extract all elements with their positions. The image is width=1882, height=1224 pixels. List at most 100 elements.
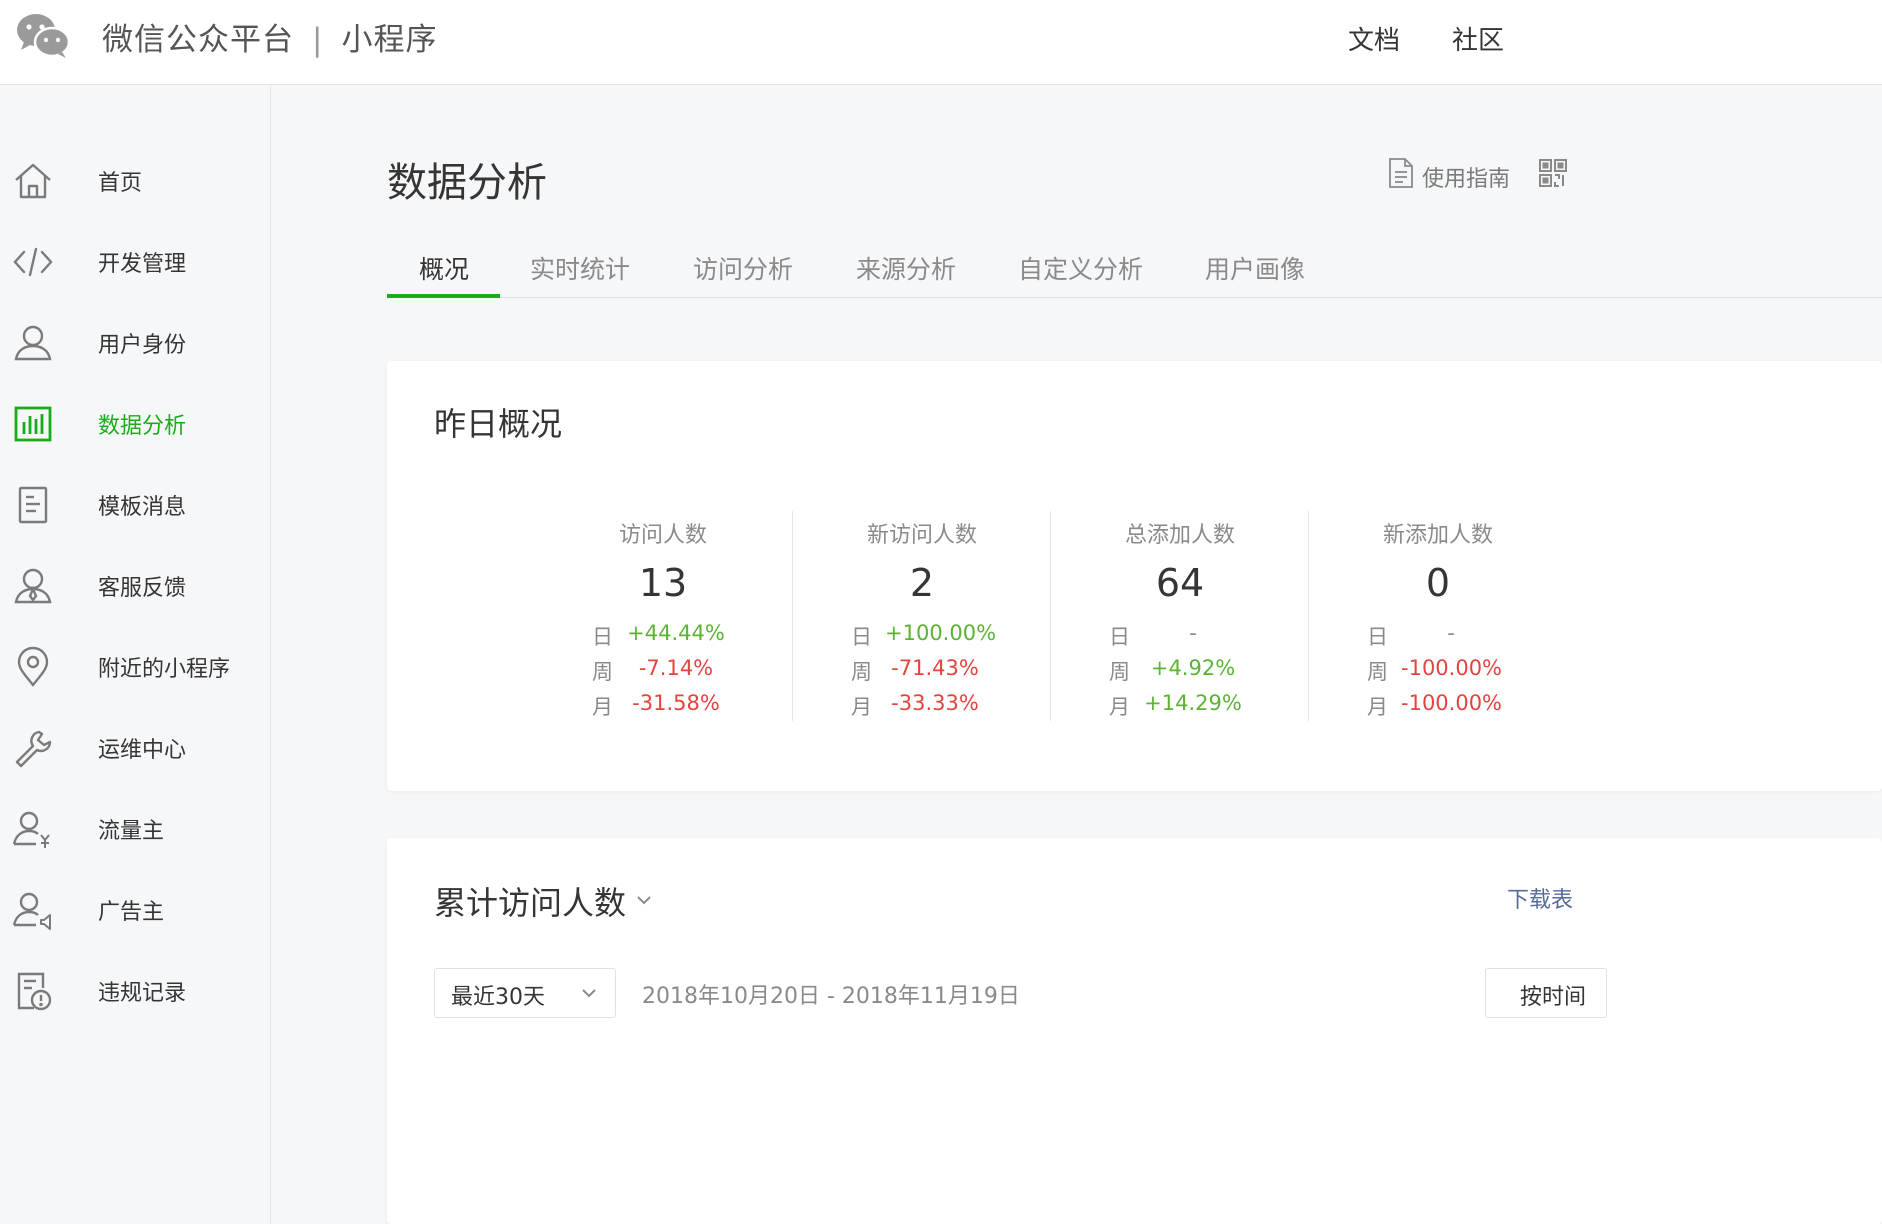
metric-value: 0 [1425, 561, 1451, 605]
metric-change-row: 月 -33.33% [793, 691, 1051, 721]
metric-change-row: 月 -31.58% [534, 691, 792, 721]
by-time-button[interactable]: 按时间 [1485, 968, 1607, 1018]
sidebar-item-home[interactable]: 首页 [0, 151, 270, 211]
metric-change-row: 周 +4.92% [1051, 656, 1309, 686]
sidebar-item-advertiser[interactable]: 广告主 [0, 880, 270, 940]
community-link[interactable]: 社区 [1452, 20, 1504, 57]
sidebar-item-label: 客服反馈 [98, 576, 187, 601]
metric-change-row: 周 -100.00% [1309, 656, 1567, 686]
code-icon [13, 247, 53, 277]
overview-title: 昨日概况 [434, 405, 563, 443]
sidebar-item-label: 运维中心 [98, 738, 187, 763]
chevron-down-icon[interactable] [635, 894, 653, 906]
change-value: -33.33% [891, 691, 979, 715]
page-title: 数据分析 [387, 160, 547, 206]
brand-separator: | [312, 22, 324, 58]
violation-record-icon [17, 972, 52, 1011]
sidebar-item-violation-records[interactable]: 违规记录 [0, 961, 270, 1021]
metric-label: 新添加人数 [1382, 523, 1493, 548]
sidebar: 首页 开发管理 用户身份 数据分析 模板消息 客服反馈 附近的小程序 运维中心 … [0, 85, 271, 1224]
change-value: - [1189, 621, 1197, 645]
yesterday-overview-card: 昨日概况 访问人数 13 日 +44.44% 周 -7.14% 月 -31.58… [387, 361, 1882, 791]
change-value: -71.43% [891, 656, 979, 680]
change-value: -100.00% [1401, 691, 1503, 715]
sidebar-item-label: 广告主 [98, 900, 165, 925]
trend-title[interactable]: 累计访问人数 [434, 878, 626, 924]
metric-change-row: 日 +44.44% [534, 621, 792, 651]
document-icon [1389, 158, 1413, 188]
sidebar-item-label: 数据分析 [98, 414, 187, 439]
sidebar-item-data-analysis[interactable]: 数据分析 [0, 394, 270, 454]
sidebar-item-dev-management[interactable]: 开发管理 [0, 232, 270, 292]
sidebar-item-traffic-owner[interactable]: 流量主 [0, 799, 270, 859]
metric-total-added: 总添加人数 64 日 - 周 +4.92% 月 +14.29% [1050, 511, 1309, 721]
metric-change-row: 日 - [1051, 621, 1309, 651]
by-time-button-label: 按时间 [1520, 985, 1587, 1010]
location-pin-icon [17, 646, 49, 687]
sidebar-item-ops-center[interactable]: 运维中心 [0, 718, 270, 778]
home-icon [15, 163, 51, 199]
sidebar-item-customer-feedback[interactable]: 客服反馈 [0, 556, 270, 616]
brand-title[interactable]: 微信公众平台 | 小程序 [102, 14, 437, 59]
chevron-down-icon [582, 989, 596, 998]
period-label: 周 [1109, 660, 1130, 684]
bar-chart-icon [14, 406, 52, 442]
period-label: 日 [592, 625, 613, 649]
sidebar-item-label: 用户身份 [98, 333, 187, 358]
sidebar-item-label: 首页 [98, 171, 143, 196]
period-label: 日 [851, 625, 872, 649]
metric-change-row: 月 -100.00% [1309, 691, 1567, 721]
user-megaphone-icon [12, 892, 51, 930]
tab-overview[interactable]: 概况 [419, 250, 469, 286]
change-value: +44.44% [627, 621, 725, 645]
docs-link[interactable]: 文档 [1348, 20, 1400, 57]
change-value: -7.14% [638, 656, 714, 680]
period-label: 月 [592, 695, 613, 719]
change-value: +100.00% [885, 621, 997, 645]
qr-code-icon[interactable] [1538, 158, 1568, 188]
change-value: -100.00% [1401, 656, 1503, 680]
brand-name: 微信公众平台 [102, 22, 294, 58]
customer-service-icon [14, 568, 52, 604]
period-label: 日 [1367, 625, 1388, 649]
tab-visit-analysis[interactable]: 访问分析 [693, 250, 793, 286]
period-label: 周 [1367, 660, 1388, 684]
user-icon [14, 325, 52, 361]
metric-change-row: 周 -7.14% [534, 656, 792, 686]
period-label: 周 [851, 660, 872, 684]
metric-label: 新访问人数 [866, 523, 977, 548]
period-label: 月 [851, 695, 872, 719]
sidebar-item-label: 开发管理 [98, 252, 187, 277]
change-value: +4.92% [1150, 656, 1236, 680]
tab-source-analysis[interactable]: 来源分析 [856, 250, 956, 286]
metric-label: 访问人数 [618, 523, 707, 548]
metric-change-row: 周 -71.43% [793, 656, 1051, 686]
sidebar-item-nearby-mini-programs[interactable]: 附近的小程序 [0, 637, 270, 697]
wechat-logo-icon[interactable] [14, 10, 72, 60]
sidebar-item-template-messages[interactable]: 模板消息 [0, 475, 270, 535]
document-icon [18, 486, 48, 524]
date-range-select[interactable]: 最近30天 [434, 968, 616, 1018]
metric-label: 总添加人数 [1124, 523, 1235, 548]
change-value: +14.29% [1144, 691, 1242, 715]
product-name: 小程序 [341, 22, 438, 58]
sidebar-item-label: 模板消息 [98, 495, 187, 520]
top-bar: 微信公众平台 | 小程序 文档 社区 [0, 0, 1882, 85]
date-range-text: 2018年10月20日 - 2018年11月19日 [642, 984, 1020, 1009]
tab-user-portrait[interactable]: 用户画像 [1205, 250, 1305, 286]
date-range-select-label: 最近30天 [451, 985, 545, 1010]
period-label: 日 [1109, 625, 1130, 649]
metric-visitors: 访问人数 13 日 +44.44% 周 -7.14% 月 -31.58% [534, 511, 792, 721]
sidebar-item-label: 流量主 [98, 819, 165, 844]
tab-realtime-stats[interactable]: 实时统计 [530, 250, 630, 286]
metric-change-row: 月 +14.29% [1051, 691, 1309, 721]
wrench-icon [15, 730, 52, 768]
period-label: 周 [592, 660, 613, 684]
tab-custom-analysis[interactable]: 自定义分析 [1018, 250, 1143, 286]
metric-change-row: 日 - [1309, 621, 1567, 651]
download-table-link[interactable]: 下载表 [1507, 882, 1573, 914]
user-yen-icon [12, 811, 50, 848]
metric-value: 64 [1155, 561, 1205, 605]
sidebar-item-user-identity[interactable]: 用户身份 [0, 313, 270, 373]
metric-value: 2 [909, 561, 935, 605]
